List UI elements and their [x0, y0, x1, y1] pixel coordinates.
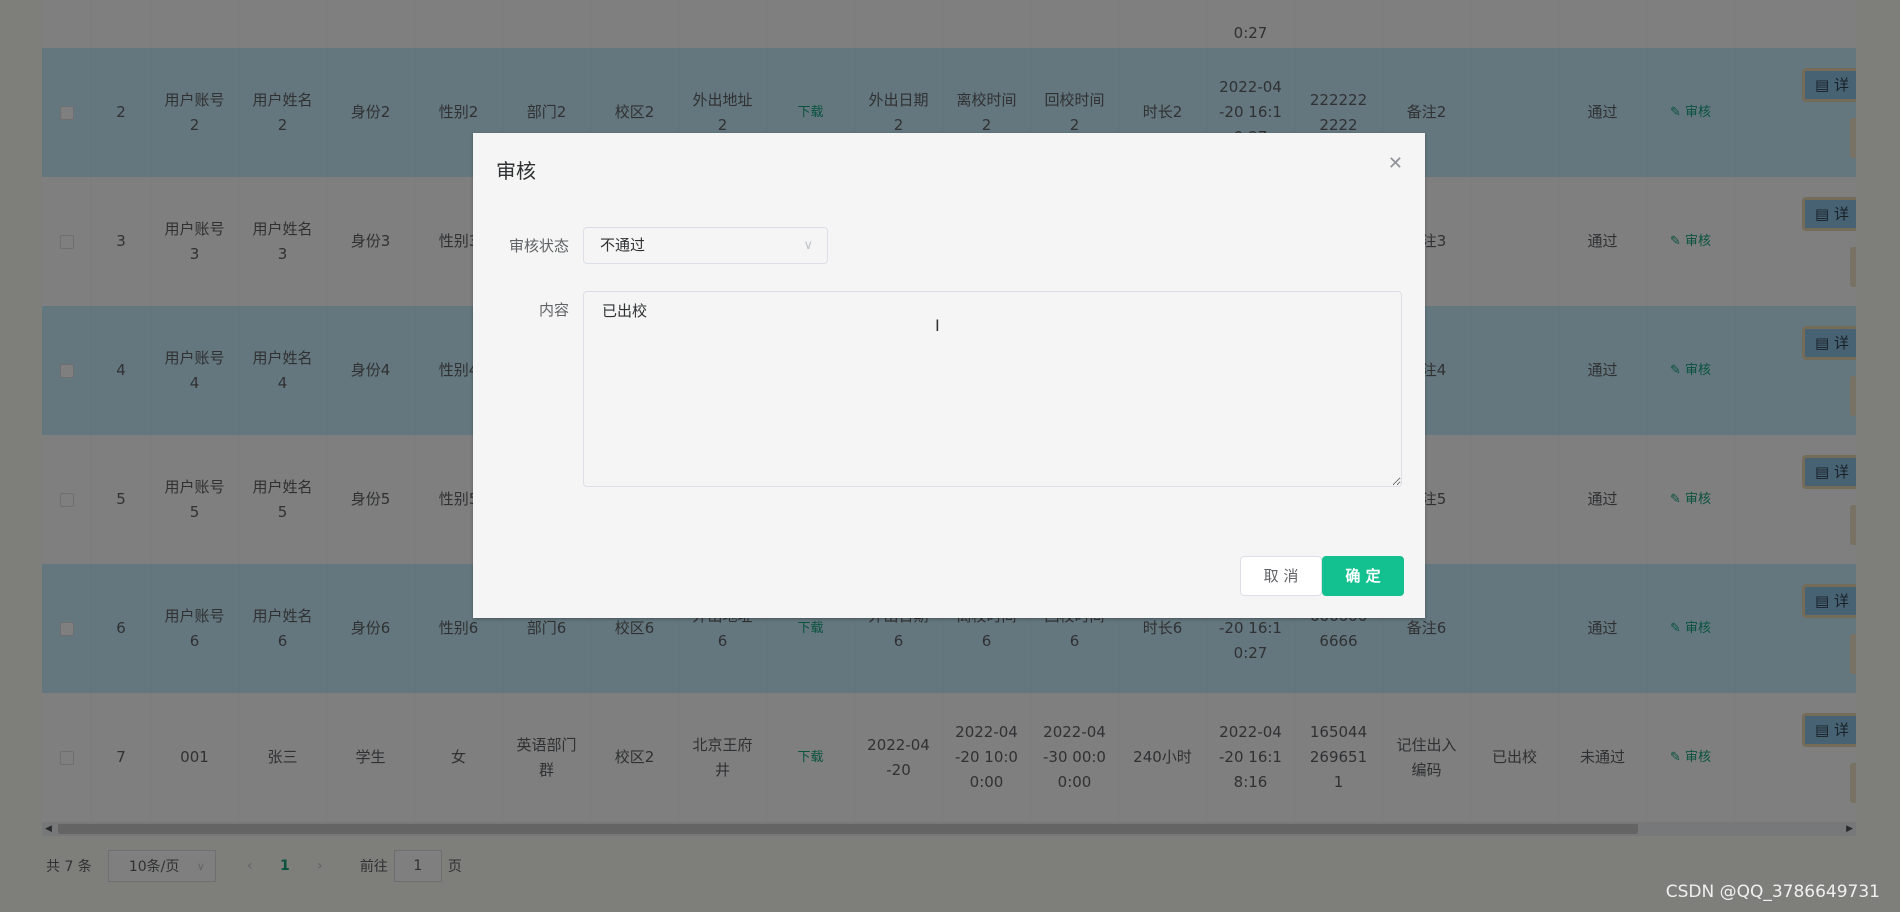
dialog-title: 审核: [496, 159, 536, 183]
content-textarea[interactable]: [583, 291, 1402, 487]
content-label: 内容: [538, 301, 569, 319]
watermark: CSDN @QQ_3786649731: [1665, 882, 1880, 902]
status-label: 审核状态: [508, 237, 569, 255]
confirm-button[interactable]: 确 定: [1322, 556, 1404, 596]
audit-status-value: 不通过: [600, 236, 646, 254]
close-icon[interactable]: ✕: [1388, 153, 1403, 174]
cancel-button[interactable]: 取 消: [1240, 556, 1322, 596]
audit-dialog: 审核 ✕ 审核状态 不通过 ∨ 内容 I 取 消 确 定: [473, 133, 1425, 618]
audit-status-select[interactable]: 不通过 ∨: [583, 227, 828, 264]
text-cursor-icon: I: [935, 316, 940, 335]
chevron-down-icon: ∨: [803, 238, 813, 253]
